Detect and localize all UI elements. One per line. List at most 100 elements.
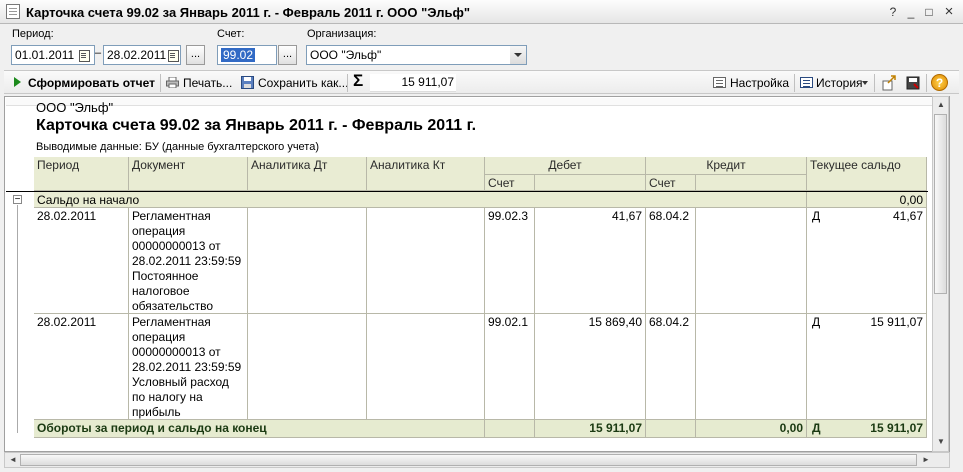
- history-button[interactable]: История: [816, 74, 863, 92]
- totals-label: Обороты за период и сальдо на конец: [34, 420, 485, 438]
- header-analytics-kt: Аналитика Кт: [367, 157, 485, 191]
- period-label: Период:: [12, 28, 54, 40]
- table-row-balance: Д 41,67: [807, 208, 927, 314]
- table-row-debit-account: 99.02.3: [485, 208, 535, 314]
- minimize-button[interactable]: _: [902, 5, 920, 20]
- period-select-button[interactable]: ...: [186, 45, 205, 65]
- table-row-document[interactable]: Регламентная операция 00000000013 от 28.…: [129, 208, 248, 314]
- document-line: Постоянное: [132, 269, 199, 283]
- table-row-debit-sum: 41,67: [535, 208, 646, 314]
- document-line: налоговое: [132, 284, 190, 298]
- settings-icon: [713, 77, 726, 88]
- document-line: по налогу на: [132, 390, 203, 404]
- toolbar-separator: [926, 74, 927, 92]
- table-row-credit-account: 68.04.2: [646, 314, 696, 420]
- play-icon: [14, 77, 21, 87]
- print-button[interactable]: Печать...: [183, 74, 232, 92]
- document-icon: [6, 4, 20, 19]
- generate-report-button[interactable]: Сформировать отчет: [28, 74, 155, 92]
- table-row-credit-sum: [696, 314, 807, 420]
- document-line: Условный расход: [132, 375, 229, 389]
- table-row-debit-sum: 15 869,40: [535, 314, 646, 420]
- report-title: Карточка счета 99.02 за Январь 2011 г. -…: [36, 117, 477, 134]
- sigma-icon[interactable]: Σ: [353, 72, 363, 90]
- totals-side: Д: [812, 421, 821, 435]
- scroll-right-icon[interactable]: ►: [919, 453, 933, 467]
- account-label: Счет:: [217, 28, 245, 40]
- title-bar: Карточка счета 99.02 за Январь 2011 г. -…: [0, 0, 963, 24]
- totals-debit-account: [485, 420, 535, 438]
- save-as-button[interactable]: Сохранить как...: [258, 74, 348, 92]
- sum-value: 15 911,07: [401, 75, 455, 89]
- toolbar-separator: [347, 74, 348, 92]
- help-window-button[interactable]: ?: [884, 5, 902, 20]
- table-row-analytics-kt: [367, 314, 485, 420]
- period-dash: –: [95, 47, 102, 59]
- horizontal-scrollbar[interactable]: ◄ ►: [4, 452, 950, 468]
- report-organization: ООО "Эльф": [36, 100, 114, 115]
- table-row-analytics-kt: [367, 208, 485, 314]
- group-tree-line: [17, 205, 18, 433]
- header-credit-sum: [696, 175, 807, 191]
- header-credit: Кредит: [646, 157, 807, 175]
- table-row-document[interactable]: Регламентная операция 00000000013 от 28.…: [129, 314, 248, 420]
- calendar-icon[interactable]: [76, 46, 92, 64]
- close-button[interactable]: ×: [940, 4, 958, 20]
- table-row-credit-sum: [696, 208, 807, 314]
- table-row-debit-account: 99.02.1: [485, 314, 535, 420]
- scroll-down-icon[interactable]: ▼: [934, 435, 948, 449]
- document-line: прибыль: [132, 405, 181, 419]
- toolbar-separator: [160, 74, 161, 92]
- export-icon[interactable]: [882, 75, 898, 91]
- maximize-button[interactable]: □: [920, 5, 938, 20]
- document-line: 28.02.2011 23:59:59: [132, 254, 242, 268]
- header-period: Период: [34, 157, 129, 191]
- document-line: Регламентная: [132, 209, 211, 223]
- balance-sum: 15 911,07: [870, 315, 924, 329]
- vertical-scrollbar[interactable]: ▲ ▼: [932, 96, 949, 452]
- document-line: операция: [132, 330, 186, 344]
- scroll-left-icon[interactable]: ◄: [6, 453, 20, 467]
- sum-field: 15 911,07: [370, 74, 456, 92]
- totals-balance-sum: 15 911,07: [870, 421, 923, 435]
- toolbar: Сформировать отчет Печать... Сохранить к…: [4, 70, 959, 94]
- history-icon: [800, 77, 813, 88]
- scroll-thumb[interactable]: [20, 454, 917, 466]
- header-credit-account: Счет: [646, 175, 696, 191]
- balance-side: Д: [812, 315, 821, 329]
- table-row-credit-account: 68.04.2: [646, 208, 696, 314]
- collapse-icon[interactable]: −: [13, 195, 22, 205]
- organization-select[interactable]: ООО "Эльф": [306, 45, 527, 65]
- totals-credit-account: [646, 420, 696, 438]
- window-title: Карточка счета 99.02 за Январь 2011 г. -…: [26, 5, 470, 20]
- header-debit: Дебет: [485, 157, 646, 175]
- document-line: 00000000013 от: [132, 239, 221, 253]
- table-row-analytics-dt: [248, 208, 367, 314]
- scroll-thumb[interactable]: [934, 114, 947, 294]
- table-row-date: 28.02.2011: [34, 208, 129, 314]
- calendar-icon[interactable]: [165, 46, 181, 64]
- save-settings-icon[interactable]: [905, 75, 921, 91]
- header-balance: Текущее сальдо: [807, 157, 927, 191]
- account-select-button[interactable]: ...: [278, 45, 297, 65]
- report-ruler: [6, 98, 934, 106]
- report-area: ООО "Эльф" Карточка счета 99.02 за Январ…: [4, 96, 950, 452]
- scroll-up-icon[interactable]: ▲: [934, 98, 948, 112]
- totals-debit: 15 911,07: [535, 420, 646, 438]
- header-document: Документ: [129, 157, 248, 191]
- toolbar-separator: [794, 74, 795, 92]
- opening-balance-label: Сальдо на начало: [34, 192, 807, 208]
- settings-button[interactable]: Настройка: [730, 74, 789, 92]
- help-button[interactable]: ?: [931, 74, 948, 91]
- table-row-balance: Д 15 911,07: [807, 314, 927, 420]
- report-output-data: Выводимые данные: БУ (данные бухгалтерск…: [36, 141, 319, 153]
- totals-balance: Д 15 911,07: [807, 420, 927, 438]
- document-line: обязательство: [132, 299, 213, 313]
- header-debit-account: Счет: [485, 175, 535, 191]
- account-input[interactable]: 99.02: [217, 45, 277, 65]
- chevron-down-icon[interactable]: [862, 81, 868, 85]
- header-debit-sum: [535, 175, 646, 191]
- chevron-down-icon[interactable]: [510, 46, 526, 64]
- balance-sum: 41,67: [892, 209, 923, 223]
- account-value: 99.02: [221, 48, 256, 62]
